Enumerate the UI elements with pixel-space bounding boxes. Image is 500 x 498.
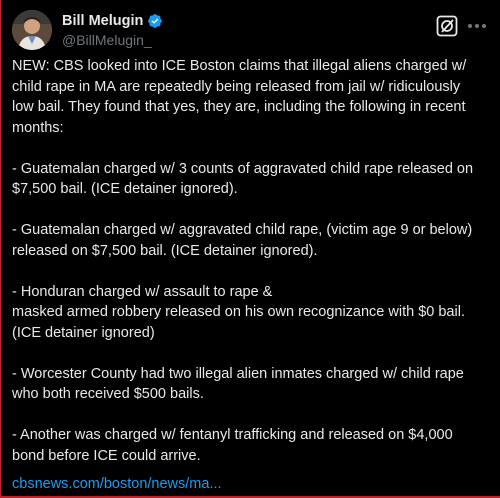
tweet-paragraph-item-3-line-2: masked armed robbery released on his own… xyxy=(12,304,465,341)
tweet-paragraph-item-4: - Worcester County had two illegal alien… xyxy=(12,365,464,403)
avatar[interactable] xyxy=(12,10,52,50)
display-name[interactable]: Bill Melugin xyxy=(62,13,143,29)
article-link[interactable]: cbsnews.com/boston/news/ma... xyxy=(12,476,222,492)
grok-icon[interactable] xyxy=(436,15,458,37)
tweet-paragraph-item-3-line-1: - Honduran charged w/ assault to rape & xyxy=(12,283,273,300)
tweet-paragraph-item-1: - Guatemalan charged w/ 3 counts of aggr… xyxy=(12,160,474,198)
name-row: Bill Melugin xyxy=(62,12,163,30)
tweet-paragraph-intro: NEW: CBS looked into ICE Boston claims t… xyxy=(12,58,467,136)
tweet-text: NEW: CBS looked into ICE Boston claims t… xyxy=(12,56,482,487)
more-options-icon[interactable] xyxy=(466,15,488,37)
verified-badge-icon xyxy=(147,13,163,29)
tweet-header: Bill Melugin @BillMelugin_ xyxy=(12,10,488,50)
tweet-paragraph-item-5: - Another was charged w/ fentanyl traffi… xyxy=(12,427,453,464)
tweet-paragraph-item-2: - Guatemalan charged w/ aggravated child… xyxy=(12,222,473,259)
handle[interactable]: @BillMelugin_ xyxy=(62,32,152,48)
